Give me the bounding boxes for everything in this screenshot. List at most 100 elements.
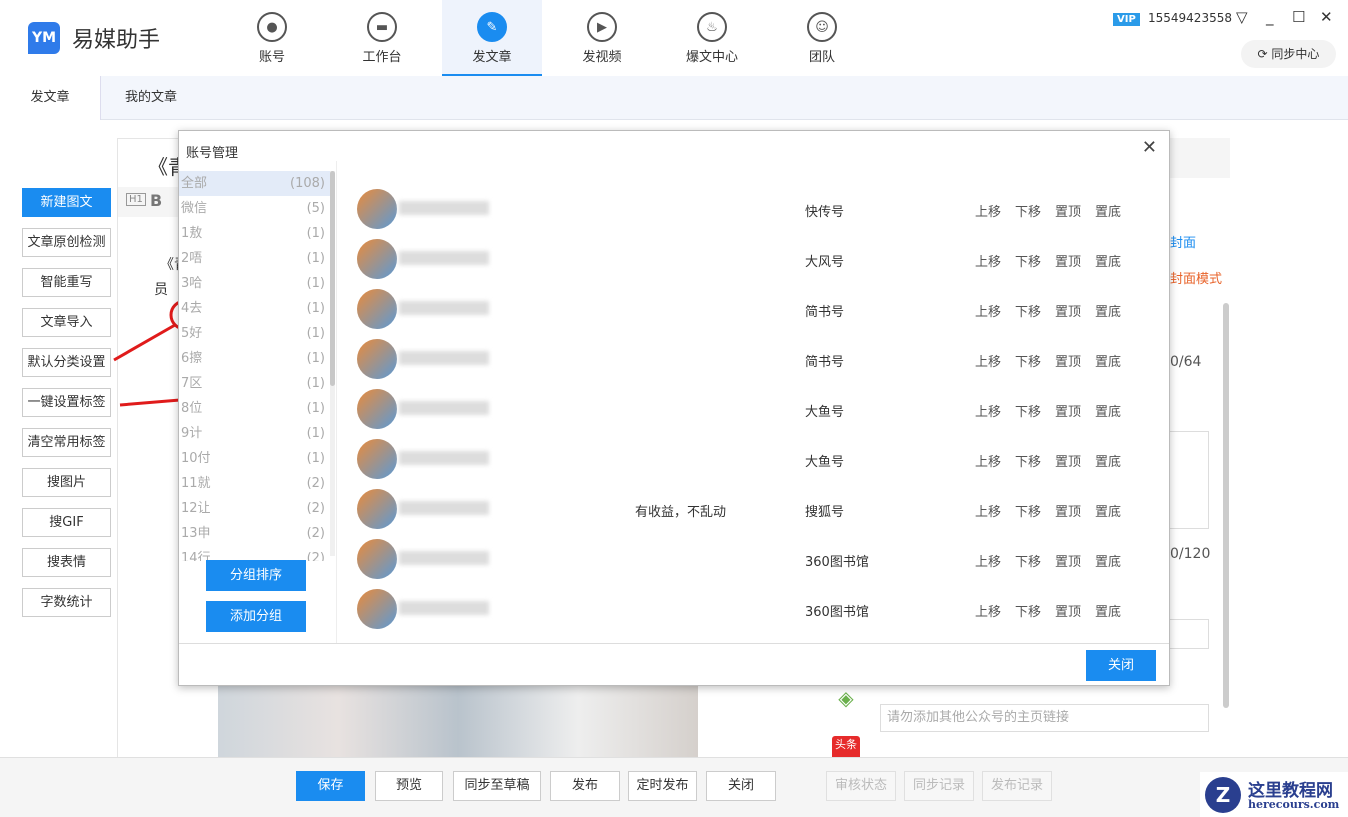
- move-down-link[interactable]: 下移: [1015, 201, 1041, 220]
- nav-team[interactable]: ☺ 团队: [772, 0, 872, 76]
- group-item[interactable]: 7区 (1): [179, 371, 331, 396]
- publish-button[interactable]: 发布: [550, 771, 620, 801]
- cover-mode-link[interactable]: 封面模式: [1170, 268, 1222, 287]
- bold-icon[interactable]: B: [150, 191, 162, 210]
- move-up-link[interactable]: 上移: [975, 401, 1001, 420]
- group-item[interactable]: 2唔 (1): [179, 246, 331, 271]
- nav-hot-articles[interactable]: ♨ 爆文中心: [662, 0, 762, 76]
- default-category-button[interactable]: 默认分类设置: [22, 348, 111, 377]
- group-item[interactable]: 14行 (2): [179, 546, 331, 561]
- dropdown-icon[interactable]: ▽: [1236, 8, 1248, 26]
- review-status-button[interactable]: 审核状态: [826, 771, 896, 801]
- group-item[interactable]: 10付 (1): [179, 446, 331, 471]
- pin-bottom-link[interactable]: 置底: [1095, 501, 1121, 520]
- pin-bottom-link[interactable]: 置底: [1095, 601, 1121, 620]
- pin-bottom-link[interactable]: 置底: [1095, 251, 1121, 270]
- move-down-link[interactable]: 下移: [1015, 451, 1041, 470]
- group-scrollbar[interactable]: [330, 171, 335, 556]
- watermark: Z 这里教程网 herecours.com: [1200, 772, 1348, 817]
- group-item[interactable]: 13申 (2): [179, 521, 331, 546]
- toutiao-icon[interactable]: 头条: [832, 736, 860, 758]
- pin-top-link[interactable]: 置顶: [1055, 301, 1081, 320]
- group-item[interactable]: 12让 (2): [179, 496, 331, 521]
- pin-bottom-link[interactable]: 置底: [1095, 451, 1121, 470]
- group-item[interactable]: 6擦 (1): [179, 346, 331, 371]
- move-up-link[interactable]: 上移: [975, 301, 1001, 320]
- publish-records-button[interactable]: 发布记录: [982, 771, 1052, 801]
- word-count-button[interactable]: 字数统计: [22, 588, 111, 617]
- nav-account[interactable]: ● 账号: [222, 0, 322, 76]
- scrollbar[interactable]: [1223, 303, 1229, 708]
- pin-top-link[interactable]: 置顶: [1055, 501, 1081, 520]
- pin-top-link[interactable]: 置顶: [1055, 551, 1081, 570]
- move-down-link[interactable]: 下移: [1015, 601, 1041, 620]
- tab-post-article[interactable]: 发文章: [0, 76, 101, 120]
- pin-top-link[interactable]: 置顶: [1055, 201, 1081, 220]
- nav-post-article[interactable]: ✎ 发文章: [442, 0, 542, 76]
- group-item[interactable]: 5好 (1): [179, 321, 331, 346]
- pin-bottom-link[interactable]: 置底: [1095, 401, 1121, 420]
- sync-center-button[interactable]: ⟳ 同步中心: [1241, 40, 1336, 68]
- nav-workbench[interactable]: ▬ 工作台: [332, 0, 432, 76]
- move-up-link[interactable]: 上移: [975, 251, 1001, 270]
- group-item[interactable]: 9计 (1): [179, 421, 331, 446]
- move-down-link[interactable]: 下移: [1015, 401, 1041, 420]
- group-item[interactable]: 微信 (5): [179, 196, 331, 221]
- smart-rewrite-button[interactable]: 智能重写: [22, 268, 111, 297]
- save-button[interactable]: 保存: [296, 771, 365, 801]
- pin-bottom-link[interactable]: 置底: [1095, 301, 1121, 320]
- clear-tags-button[interactable]: 清空常用标签: [22, 428, 111, 457]
- sync-records-button[interactable]: 同步记录: [904, 771, 974, 801]
- pin-bottom-link[interactable]: 置底: [1095, 201, 1121, 220]
- move-up-link[interactable]: 上移: [975, 501, 1001, 520]
- search-gif-button[interactable]: 搜GIF: [22, 508, 111, 537]
- originality-check-button[interactable]: 文章原创检测: [22, 228, 111, 257]
- sort-groups-button[interactable]: 分组排序: [206, 560, 306, 591]
- close-button[interactable]: 关闭: [706, 771, 776, 801]
- group-item[interactable]: 3哈 (1): [179, 271, 331, 296]
- move-up-link[interactable]: 上移: [975, 351, 1001, 370]
- import-article-button[interactable]: 文章导入: [22, 308, 111, 337]
- new-article-button[interactable]: 新建图文: [22, 188, 111, 217]
- pin-bottom-link[interactable]: 置底: [1095, 351, 1121, 370]
- tab-my-articles[interactable]: 我的文章: [101, 76, 201, 120]
- move-up-link[interactable]: 上移: [975, 601, 1001, 620]
- heading-icon[interactable]: H1: [126, 193, 146, 206]
- minimize-icon[interactable]: _: [1266, 8, 1274, 26]
- pin-top-link[interactable]: 置顶: [1055, 451, 1081, 470]
- platform-icon[interactable]: ◈: [832, 686, 860, 714]
- group-item[interactable]: 4去 (1): [179, 296, 331, 321]
- group-item[interactable]: 11就 (2): [179, 471, 331, 496]
- user-phone[interactable]: 15549423558: [1148, 11, 1232, 25]
- pin-top-link[interactable]: 置顶: [1055, 251, 1081, 270]
- group-item[interactable]: 8位 (1): [179, 396, 331, 421]
- add-group-button[interactable]: 添加分组: [206, 601, 306, 632]
- group-item[interactable]: 全部 (108): [179, 171, 331, 196]
- pin-top-link[interactable]: 置顶: [1055, 601, 1081, 620]
- sync-draft-button[interactable]: 同步至草稿: [453, 771, 541, 801]
- move-down-link[interactable]: 下移: [1015, 501, 1041, 520]
- move-up-link[interactable]: 上移: [975, 201, 1001, 220]
- close-window-icon[interactable]: ✕: [1320, 8, 1333, 26]
- preview-button[interactable]: 预览: [375, 771, 443, 801]
- close-icon[interactable]: ✕: [1142, 137, 1157, 158]
- move-down-link[interactable]: 下移: [1015, 551, 1041, 570]
- move-up-link[interactable]: 上移: [975, 451, 1001, 470]
- maximize-icon[interactable]: ☐: [1292, 8, 1305, 26]
- search-emoji-button[interactable]: 搜表情: [22, 548, 111, 577]
- move-up-link[interactable]: 上移: [975, 551, 1001, 570]
- nav-post-video[interactable]: ▶ 发视频: [552, 0, 652, 76]
- pin-bottom-link[interactable]: 置底: [1095, 551, 1121, 570]
- group-item[interactable]: 1敖 (1): [179, 221, 331, 246]
- move-down-link[interactable]: 下移: [1015, 251, 1041, 270]
- pin-top-link[interactable]: 置顶: [1055, 351, 1081, 370]
- pin-top-link[interactable]: 置顶: [1055, 401, 1081, 420]
- move-down-link[interactable]: 下移: [1015, 351, 1041, 370]
- move-down-link[interactable]: 下移: [1015, 301, 1041, 320]
- set-tags-button[interactable]: 一键设置标签: [22, 388, 111, 417]
- search-images-button[interactable]: 搜图片: [22, 468, 111, 497]
- homepage-link-input[interactable]: 请勿添加其他公众号的主页链接: [880, 704, 1209, 732]
- cover-link[interactable]: 封面: [1170, 232, 1196, 251]
- dialog-close-button[interactable]: 关闭: [1086, 650, 1156, 681]
- schedule-publish-button[interactable]: 定时发布: [628, 771, 697, 801]
